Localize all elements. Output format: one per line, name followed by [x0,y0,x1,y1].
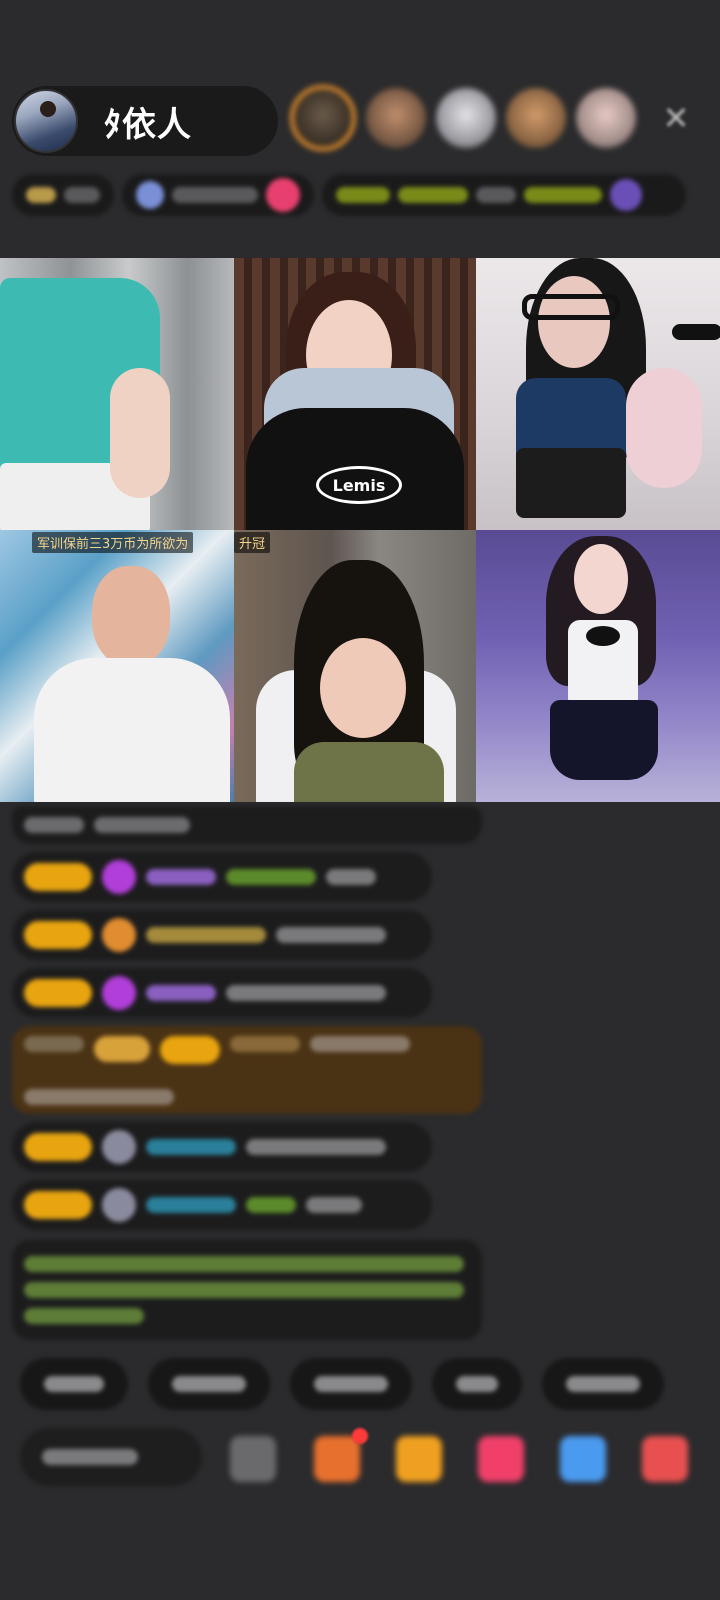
chat-message-5 [12,1026,482,1114]
tile-label-guest-5: 升冠 [234,532,271,553]
level-badge [24,921,92,949]
video-tile-guest-3[interactable] [476,258,720,530]
avatar-icon [102,1188,136,1222]
video-tile-guest-5[interactable]: 升冠 [234,530,476,802]
host-info-pill[interactable]: ﾀ依人 [12,86,278,156]
video-tile-guest-2[interactable]: Lemis [234,258,476,530]
level-badge [24,1191,92,1219]
fans-icon [266,178,300,212]
host-avatar[interactable] [14,89,78,153]
quick-reply-4[interactable] [432,1358,522,1410]
chat-message-7 [12,1180,432,1230]
audience-avatar-4[interactable] [506,88,566,148]
emoji-icon[interactable] [230,1436,276,1482]
video-tile-guest-6[interactable] [476,530,720,802]
level-badge [24,979,92,1007]
bottom-bar [20,1428,720,1488]
chat-input[interactable] [20,1428,202,1486]
chat-message-8 [12,1240,482,1340]
audience-list[interactable] [290,85,636,151]
quick-reply-3[interactable] [290,1358,412,1410]
gem-icon [102,860,136,894]
fan-icon [102,918,136,952]
rank-icon [26,187,56,203]
guest-top [294,742,444,802]
shirt-logo: Lemis [316,466,402,504]
chat-message-6 [12,1122,432,1172]
tag-3 [476,187,516,203]
bow-icon [586,626,620,646]
room-info-row [12,172,686,218]
video-grid: Lemis 军训保前三3万币为所欲为 升冠 [0,258,720,802]
chat-bubble-icon[interactable] [560,1436,606,1482]
heart-icon[interactable] [478,1436,524,1482]
chat-message-2 [12,852,432,902]
level-badge [24,1133,92,1161]
rank-pill[interactable] [12,174,114,216]
plush-toy [626,368,702,488]
tag-4 [524,187,602,203]
close-icon[interactable]: ✕ [660,102,692,134]
guest-shirt [34,658,230,802]
guest-face [538,276,610,368]
shop-icon[interactable] [396,1436,442,1482]
chat-message-3 [12,910,432,960]
avatar-icon [102,1130,136,1164]
host-name: ﾀ依人 [104,104,192,145]
gift-icon[interactable] [642,1436,688,1482]
more-icon [610,179,642,211]
quick-reply-2[interactable] [148,1358,270,1410]
level-badge [24,863,92,891]
chat-message-4 [12,968,432,1018]
chat-message-1 [12,806,482,844]
video-tile-guest-4[interactable]: 军训保前三3万币为所欲为 [0,530,234,802]
tile-label-guest-4: 军训保前三3万币为所欲为 [32,532,194,553]
audience-avatar-2[interactable] [366,88,426,148]
rank-value [64,187,100,203]
guest-face [320,638,406,738]
gift-box-icon[interactable] [314,1436,360,1482]
audience-avatar-3[interactable] [436,88,496,148]
guest-skirt [550,700,658,780]
mic-stand [672,324,720,340]
video-tile-guest-1[interactable] [0,258,234,530]
guest-face [574,544,628,614]
quick-reply-row [20,1358,664,1410]
heat-value [172,187,258,203]
quick-reply-1[interactable] [20,1358,128,1410]
shirt-text: Lemis [332,475,386,495]
heat-pill[interactable] [122,174,314,216]
audience-avatar-1[interactable] [290,85,356,151]
guest-head [92,566,170,666]
guest-arm [110,368,170,498]
audience-avatar-5[interactable] [576,88,636,148]
gem-icon [102,976,136,1010]
sunglasses-icon [522,294,620,320]
heat-icon [136,181,164,209]
tag-2 [398,187,468,203]
tag-1 [336,187,390,203]
guest-shorts [516,448,626,518]
tag-pill[interactable] [322,174,686,216]
notification-dot [352,1428,368,1444]
quick-reply-5[interactable] [542,1358,664,1410]
